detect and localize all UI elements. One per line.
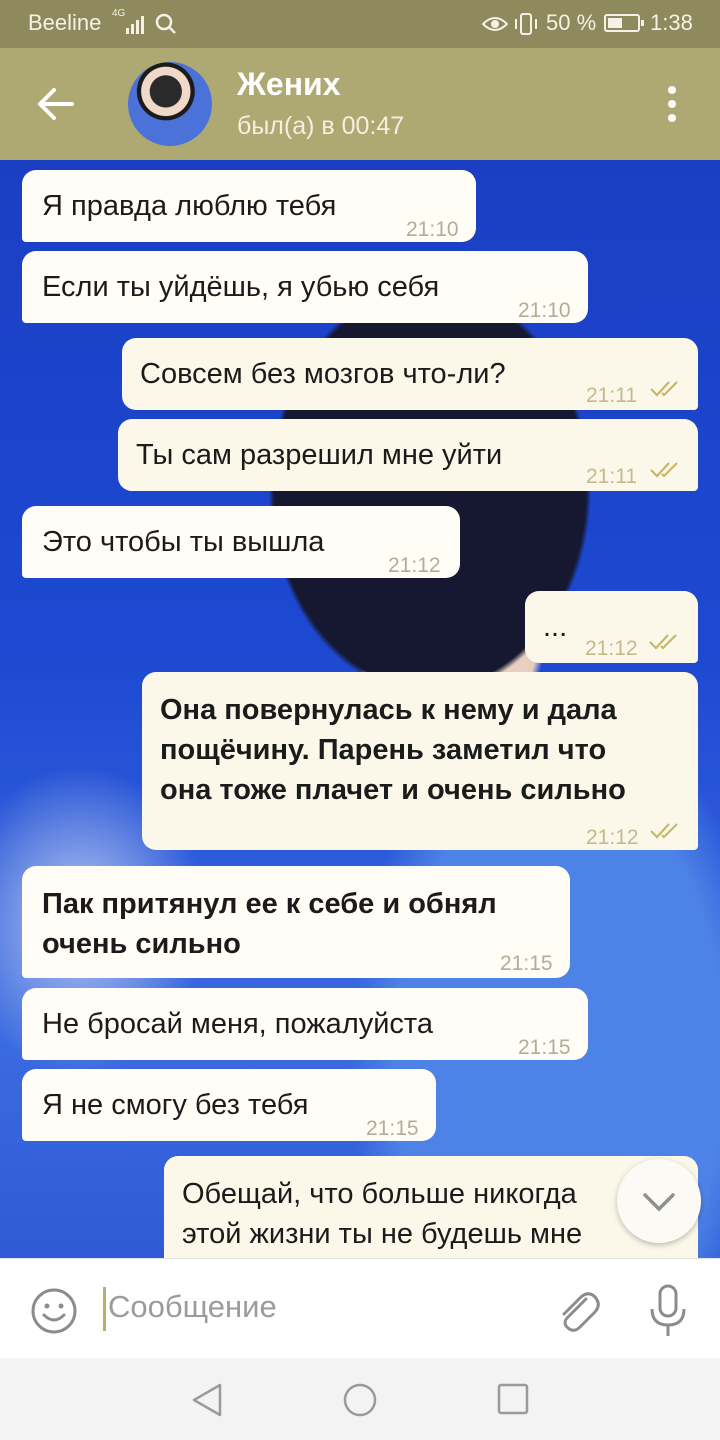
message-time: 21:12 <box>586 826 639 849</box>
avatar[interactable] <box>128 62 212 146</box>
message-time: 21:15 <box>518 1036 571 1059</box>
message-bubble[interactable]: ... 21:12 <box>525 591 698 663</box>
message-time: 21:15 <box>500 952 553 975</box>
message-bubble[interactable]: Ты сам разрешил мне уйти 21:11 <box>118 419 698 491</box>
search-icon <box>155 13 176 34</box>
message-line: Она повернулась к нему и дала <box>160 694 617 726</box>
message-bubble[interactable]: Я не смогу без тебя 21:15 <box>22 1069 436 1141</box>
message-text: Обещай, что больше никогда этой жизни ты… <box>182 1174 582 1254</box>
system-nav-bar <box>0 1358 720 1440</box>
message-line: Обещай, что больше никогда <box>182 1178 577 1210</box>
message-time: 21:15 <box>366 1117 419 1140</box>
vibrate-icon <box>515 13 537 35</box>
read-ticks-icon <box>650 462 678 478</box>
message-text: Не бросай меня, пожалуйста <box>42 1008 434 1040</box>
message-line: очень сильно <box>42 928 241 960</box>
message-time: 21:12 <box>388 554 441 577</box>
message-bubble[interactable]: Пак притянул ее к себе и обнял очень сил… <box>22 866 570 978</box>
message-text: Я правда люблю тебя <box>42 190 337 222</box>
message-text: Я не смогу без тебя <box>42 1089 309 1121</box>
message-bubble[interactable]: Совсем без мозгов что-ли? 21:11 <box>122 338 698 410</box>
message-bubble[interactable]: Если ты уйдёшь, я убью себя 21:10 <box>22 251 588 323</box>
message-time: 21:10 <box>518 299 571 322</box>
clock: 1:38 <box>650 10 693 35</box>
back-triangle-icon[interactable] <box>190 1382 224 1418</box>
message-time: 21:12 <box>585 637 638 660</box>
message-text: Если ты уйдёшь, я убью себя <box>42 271 440 303</box>
contact-name[interactable]: Жених <box>237 66 341 103</box>
message-text: ... <box>543 611 568 643</box>
read-ticks-icon <box>650 823 678 839</box>
message-bubble[interactable]: Она повернулась к нему и дала пощёчину. … <box>142 672 698 850</box>
back-arrow-icon[interactable] <box>36 84 76 124</box>
carrier-name: Beeline <box>28 10 102 35</box>
home-circle-icon[interactable] <box>342 1382 378 1418</box>
read-ticks-icon <box>650 381 678 397</box>
message-bubble[interactable]: Я правда люблю тебя 21:10 <box>22 170 476 242</box>
message-bubble[interactable]: Это чтобы ты вышла 21:12 <box>22 506 460 578</box>
emoji-icon[interactable] <box>30 1287 78 1335</box>
message-time: 21:11 <box>586 384 637 407</box>
message-input[interactable]: Сообщение <box>108 1289 277 1325</box>
text-cursor <box>103 1287 106 1331</box>
chat-header: Жених был(а) в 00:47 <box>0 48 720 160</box>
message-line: Пак притянул ее к себе и обнял <box>42 888 497 920</box>
more-vert-icon[interactable] <box>664 86 680 126</box>
message-bubble[interactable]: Не бросай меня, пожалуйста 21:15 <box>22 988 588 1060</box>
message-line: этой жизни ты не будешь мне <box>182 1218 583 1250</box>
message-input-bar: Сообщение <box>0 1258 720 1359</box>
recents-square-icon[interactable] <box>496 1382 530 1416</box>
network-type: 4G <box>112 8 126 19</box>
message-line: пощёчину. Парень заметил что <box>160 734 607 766</box>
eye-icon <box>482 17 508 31</box>
message-time: 21:11 <box>586 465 637 488</box>
message-line: она тоже плачет и очень сильно <box>160 774 626 806</box>
chevron-down-icon <box>643 1193 675 1212</box>
message-text: Ты сам разрешил мне уйти <box>136 439 503 471</box>
battery-icon <box>604 14 644 32</box>
status-bar: Beeline 4G 50 % 1:38 <box>0 0 720 48</box>
scroll-down-button[interactable] <box>617 1159 701 1243</box>
last-seen: был(а) в 00:47 <box>237 112 405 140</box>
signal-icon <box>126 16 144 34</box>
message-text: Пак притянул ее к себе и обнял очень сил… <box>42 884 497 964</box>
message-text: Совсем без мозгов что-ли? <box>140 358 506 390</box>
battery-percent: 50 % <box>546 10 597 35</box>
read-ticks-icon <box>649 634 677 650</box>
microphone-icon[interactable] <box>646 1283 690 1339</box>
message-time: 21:10 <box>406 218 459 241</box>
attach-icon[interactable] <box>552 1285 600 1337</box>
message-text: Она повернулась к нему и дала пощёчину. … <box>160 690 626 810</box>
message-text: Это чтобы ты вышла <box>42 526 325 558</box>
